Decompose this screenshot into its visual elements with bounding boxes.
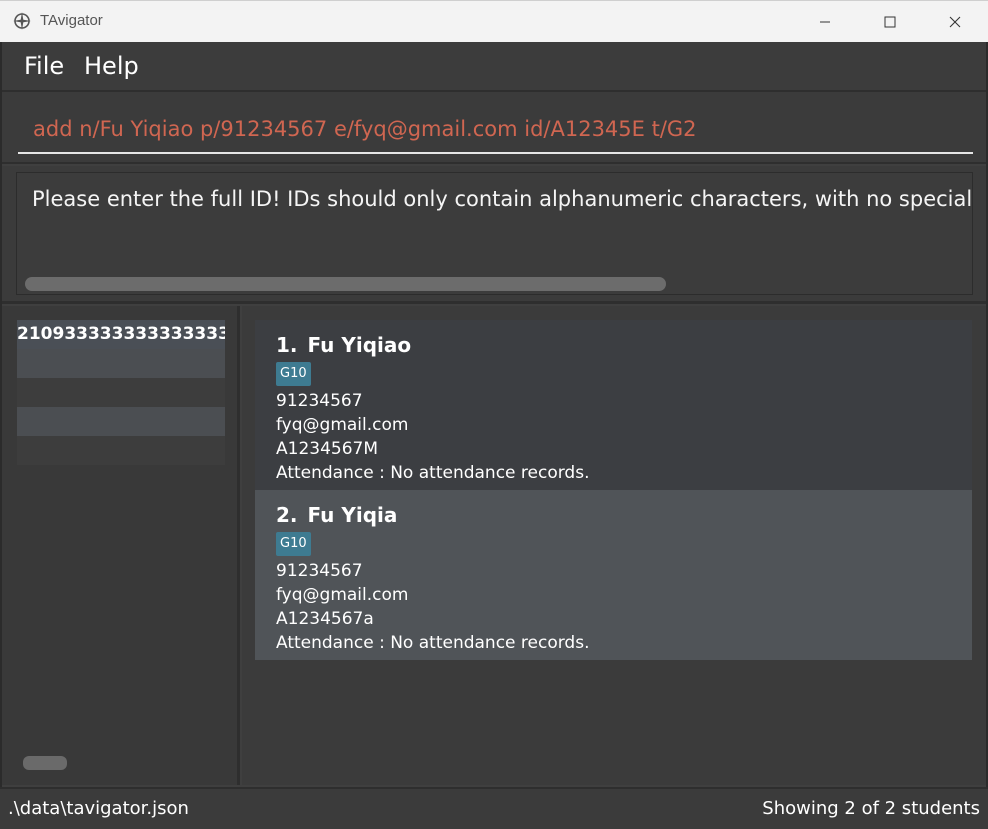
person-index: 1. — [276, 333, 298, 357]
window-title-bar[interactable]: TAvigator — [0, 0, 988, 42]
tag-row: G10 — [276, 531, 972, 559]
minimize-button[interactable] — [792, 1, 858, 43]
person-id: A1234567a — [276, 609, 374, 629]
person-email: fyq@gmail.com — [276, 585, 409, 605]
person-id: A1234567M — [276, 439, 379, 459]
person-email: fyq@gmail.com — [276, 415, 409, 435]
menu-file[interactable]: File — [24, 52, 64, 80]
result-display[interactable]: Please enter the full ID! IDs should onl… — [16, 172, 973, 295]
tag-badge: G10 — [276, 362, 311, 386]
student-count-status: Showing 2 of 2 students — [762, 798, 980, 819]
left-list-item[interactable] — [17, 378, 225, 407]
left-list-item[interactable] — [17, 436, 225, 465]
person-name: Fu Yiqia — [307, 503, 398, 527]
menu-help[interactable]: Help — [84, 52, 139, 80]
maximize-button[interactable] — [857, 1, 923, 43]
person-name-row: 1. Fu Yiqiao — [276, 331, 972, 361]
command-box-pane — [2, 92, 986, 164]
person-list-panel: 1. Fu Yiqiao G10 91234567 fyq@gmail.com A… — [242, 306, 986, 785]
left-list-item-label: 21093333333333333333333 — [17, 324, 225, 344]
tag-row: G10 — [276, 361, 972, 389]
maximize-icon — [884, 16, 896, 28]
person-card[interactable]: 1. Fu Yiqiao G10 91234567 fyq@gmail.com A… — [255, 320, 972, 490]
close-button[interactable] — [922, 1, 988, 43]
person-phone: 91234567 — [276, 561, 363, 581]
status-bar: .\data\tavigator.json Showing 2 of 2 stu… — [0, 787, 988, 829]
person-card[interactable]: 2. Fu Yiqia G10 91234567 fyq@gmail.com A1… — [255, 490, 972, 660]
data-file-path: .\data\tavigator.json — [8, 798, 189, 819]
left-list-panel: 21093333333333333333333 — [2, 306, 240, 785]
minimize-icon — [820, 21, 830, 23]
close-icon — [949, 16, 961, 28]
person-attendance: Attendance : No attendance records. — [276, 463, 590, 483]
left-horizontal-scrollbar[interactable] — [23, 756, 67, 770]
result-message: Please enter the full ID! IDs should onl… — [32, 187, 973, 211]
result-display-pane: Please enter the full ID! IDs should onl… — [2, 166, 986, 304]
tag-badge: G10 — [276, 532, 311, 556]
left-list-item[interactable] — [17, 349, 225, 378]
person-name: Fu Yiqiao — [307, 333, 412, 357]
result-horizontal-scrollbar[interactable] — [25, 277, 666, 291]
command-input[interactable] — [18, 106, 973, 154]
window-title: TAvigator — [40, 12, 103, 29]
left-list-item[interactable]: 21093333333333333333333 — [17, 320, 225, 349]
person-phone: 91234567 — [276, 391, 363, 411]
compass-icon — [12, 11, 32, 31]
menu-bar: File Help — [2, 42, 986, 92]
person-attendance: Attendance : No attendance records. — [276, 633, 590, 653]
person-name-row: 2. Fu Yiqia — [276, 501, 972, 531]
person-index: 2. — [276, 503, 298, 527]
left-list-item[interactable] — [17, 407, 225, 436]
